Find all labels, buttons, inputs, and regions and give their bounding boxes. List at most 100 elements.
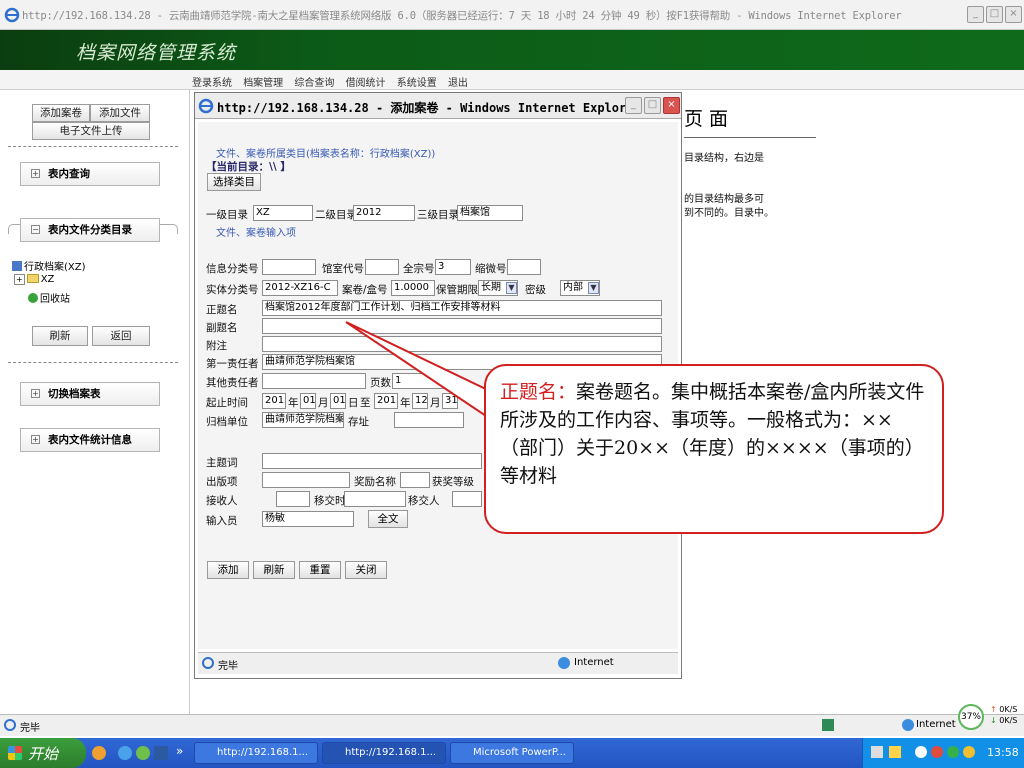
current-dir: 【当前目录：\\ 】 <box>206 161 291 173</box>
info-text: 的目录结构最多可 <box>684 194 764 205</box>
month-label: 月 <box>318 397 329 409</box>
minimize-icon[interactable]: _ <box>625 97 642 114</box>
chevron-right-icon[interactable]: » <box>176 744 183 758</box>
info-class-label: 信息分类号 <box>206 263 259 275</box>
windows-logo-icon <box>8 746 22 760</box>
micro-field[interactable] <box>507 259 541 275</box>
transfer-time-field[interactable] <box>344 491 406 507</box>
tray-icon[interactable] <box>947 746 959 758</box>
level1-field[interactable]: XZ <box>253 205 313 221</box>
app-logo: 档案网络管理系统 <box>76 42 237 64</box>
tray-icon[interactable] <box>889 746 901 758</box>
sidebar: 添加案卷 添加文件 电子文件上传 + 表内查询 − 表内文件分类目录 行政档案(XZ… <box>0 90 190 714</box>
title-field[interactable]: 档案馆2012年度部门工作计划、归档工作安排等材料 <box>262 300 662 316</box>
speed-gauge[interactable]: 37% <box>958 704 984 730</box>
divider <box>8 146 178 147</box>
taskbar-item[interactable]: http://192.168.1... <box>194 742 318 764</box>
info-text: 目录结构，右边是 <box>684 153 764 164</box>
chevron-down-icon[interactable]: ▼ <box>588 282 599 294</box>
fulltext-button[interactable]: 全文 <box>368 510 408 528</box>
museum-code-field[interactable] <box>365 259 399 275</box>
box-label: 案卷/盒号 <box>342 284 388 296</box>
start-button[interactable]: 开始 <box>0 738 86 768</box>
menu-login[interactable]: 登录系统 <box>192 78 232 89</box>
menu-stats[interactable]: 借阅统计 <box>346 78 386 89</box>
publish-field[interactable] <box>262 472 350 488</box>
table-query-nav[interactable]: + 表内查询 <box>20 162 160 186</box>
reset-button[interactable]: 重置 <box>299 561 341 579</box>
add-button[interactable]: 添加 <box>207 561 249 579</box>
entity-class-field[interactable]: 2012-XZ16-C <box>262 280 338 296</box>
receiver-label: 接收人 <box>206 495 238 507</box>
transferer-field[interactable] <box>452 491 482 507</box>
minimize-icon[interactable]: _ <box>967 6 984 23</box>
level3-field[interactable]: 档案馆 <box>457 205 523 221</box>
menu-query[interactable]: 综合查询 <box>294 78 334 89</box>
award-level-label: 获奖等级 <box>432 476 474 488</box>
switch-table-nav[interactable]: + 切换档案表 <box>20 382 160 406</box>
refresh-button[interactable]: 刷新 <box>253 561 295 579</box>
database-icon <box>12 261 22 271</box>
stats-nav[interactable]: + 表内文件统计信息 <box>20 428 160 452</box>
tray-icon[interactable] <box>931 746 943 758</box>
tree-root[interactable]: 行政档案(XZ) <box>12 258 86 273</box>
ie-icon <box>198 98 214 114</box>
tray-icon[interactable] <box>871 746 883 758</box>
quicklaunch-icon[interactable] <box>136 746 150 760</box>
chevron-down-icon[interactable]: ▼ <box>506 282 517 294</box>
secret-label: 密级 <box>525 284 546 296</box>
ie-icon <box>4 7 20 23</box>
select-category-button[interactable]: 选择类目 <box>207 173 261 191</box>
quicklaunch-icon[interactable] <box>92 746 106 760</box>
date-from-month[interactable]: 01 <box>300 393 316 409</box>
add-volume-button[interactable]: 添加案卷 <box>32 104 90 122</box>
menu-archive[interactable]: 档案管理 <box>243 78 283 89</box>
category-dir-nav[interactable]: − 表内文件分类目录 <box>20 218 160 242</box>
taskbar-item[interactable]: Microsoft PowerP... <box>450 742 574 764</box>
menu-settings[interactable]: 系统设置 <box>397 78 437 89</box>
tree-node-xz[interactable]: + XZ <box>14 274 54 285</box>
ie-quicklaunch-icon[interactable] <box>118 746 132 760</box>
subject-field[interactable] <box>262 453 482 469</box>
award-field[interactable] <box>400 472 430 488</box>
date-from-year[interactable]: 2012 <box>262 393 286 409</box>
quicklaunch-icon[interactable] <box>154 746 168 760</box>
window-title: http://192.168.134.28 - 云南曲靖师范学院-南大之星档案管… <box>22 10 902 22</box>
input-field[interactable]: 杨敏 <box>262 511 354 527</box>
tray-icon[interactable] <box>915 746 927 758</box>
expand-icon: + <box>14 274 25 285</box>
close-icon[interactable]: × <box>1005 6 1022 23</box>
ie-icon <box>4 719 16 731</box>
dialog-title: http://192.168.134.28 - 添加案卷 - Windows I… <box>217 101 641 115</box>
subject-label: 主题词 <box>206 457 238 469</box>
dialog-status-bar: 完毕 Internet <box>198 652 678 674</box>
level2-field[interactable]: 2012 <box>353 205 415 221</box>
maximize-icon[interactable]: □ <box>986 6 1003 23</box>
dialog-title-bar: http://192.168.134.28 - 添加案卷 - Windows I… <box>195 93 681 119</box>
add-file-button[interactable]: 添加文件 <box>90 104 150 122</box>
close-icon[interactable]: × <box>663 97 680 114</box>
info-class-field[interactable] <box>262 259 316 275</box>
maximize-icon[interactable]: □ <box>644 97 661 114</box>
fonds-field[interactable]: 3 <box>435 259 471 275</box>
upload-button[interactable]: 电子文件上传 <box>32 122 150 140</box>
browser-status-bar: 完毕 Internet <box>0 714 1024 736</box>
tray-icon[interactable] <box>963 746 975 758</box>
back-button[interactable]: 返回 <box>92 326 150 346</box>
box-field[interactable]: 1.0000 <box>391 280 435 296</box>
expand-icon: + <box>31 389 40 398</box>
archive-unit-field[interactable]: 曲靖师范学院档案馆 <box>262 412 344 428</box>
receiver-field[interactable] <box>276 491 310 507</box>
app-banner: 档案网络管理系统 <box>0 30 1024 70</box>
close-button[interactable]: 关闭 <box>345 561 387 579</box>
input-label: 输入员 <box>206 515 238 527</box>
status-text: 完毕 <box>20 723 40 734</box>
callout-pointer <box>345 321 494 422</box>
subtitle-label: 副题名 <box>206 322 238 334</box>
other-resp-label: 其他责任者 <box>206 377 259 389</box>
menu-logout[interactable]: 退出 <box>448 78 468 89</box>
retention-label: 保管期限 <box>436 284 478 296</box>
refresh-button[interactable]: 刷新 <box>32 326 88 346</box>
tree-node-recycle[interactable]: 回收站 <box>28 290 70 305</box>
taskbar-item[interactable]: http://192.168.1... <box>322 742 446 764</box>
